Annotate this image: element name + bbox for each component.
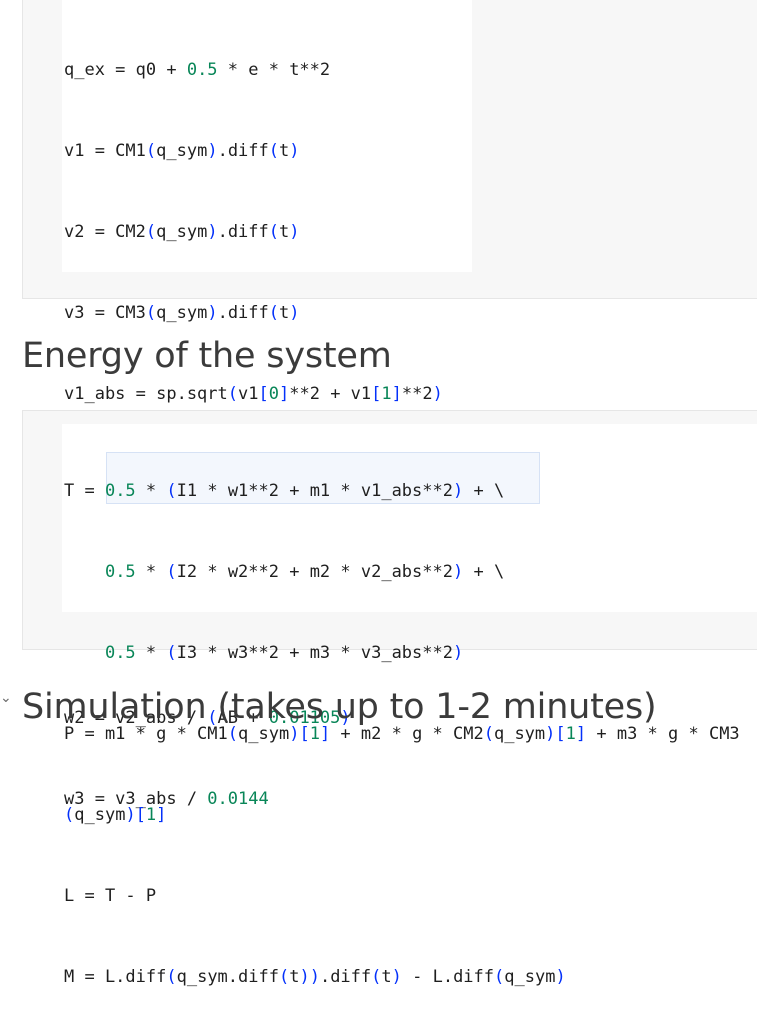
section-heading-energy: Energy of the system [22, 336, 392, 376]
chevron-down-icon[interactable]: ⌄ [0, 690, 12, 706]
code-line: T = 0.5 * (I1 * w1**2 + m1 * v1_abs**2) … [64, 481, 505, 501]
code-line: L = T - P [64, 886, 157, 906]
code-line: v1 = CM1(q_sym).diff(t) [64, 141, 300, 161]
code-line: (q_sym)[1] [64, 805, 167, 825]
code-line: v2 = CM2(q_sym).diff(t) [64, 222, 300, 242]
code-line: 0.5 * (I2 * w2**2 + m2 * v2_abs**2) + \ [104, 562, 505, 582]
code-line: M = L.diff(q_sym.diff(t)).diff(t) - L.di… [64, 967, 566, 987]
code-line: q_ex = q0 + 0.5 * e * t**2 [64, 60, 331, 80]
code-line: 0.5 * (I3 * w3**2 + m3 * v3_abs**2) [104, 643, 464, 663]
section-heading-simulation: Simulation (takes up to 1-2 minutes) [22, 687, 657, 727]
code-line: v1_abs = sp.sqrt(v1[0]**2 + v1[1]**2) [64, 384, 443, 404]
code-line: v3 = CM3(q_sym).diff(t) [64, 303, 300, 323]
